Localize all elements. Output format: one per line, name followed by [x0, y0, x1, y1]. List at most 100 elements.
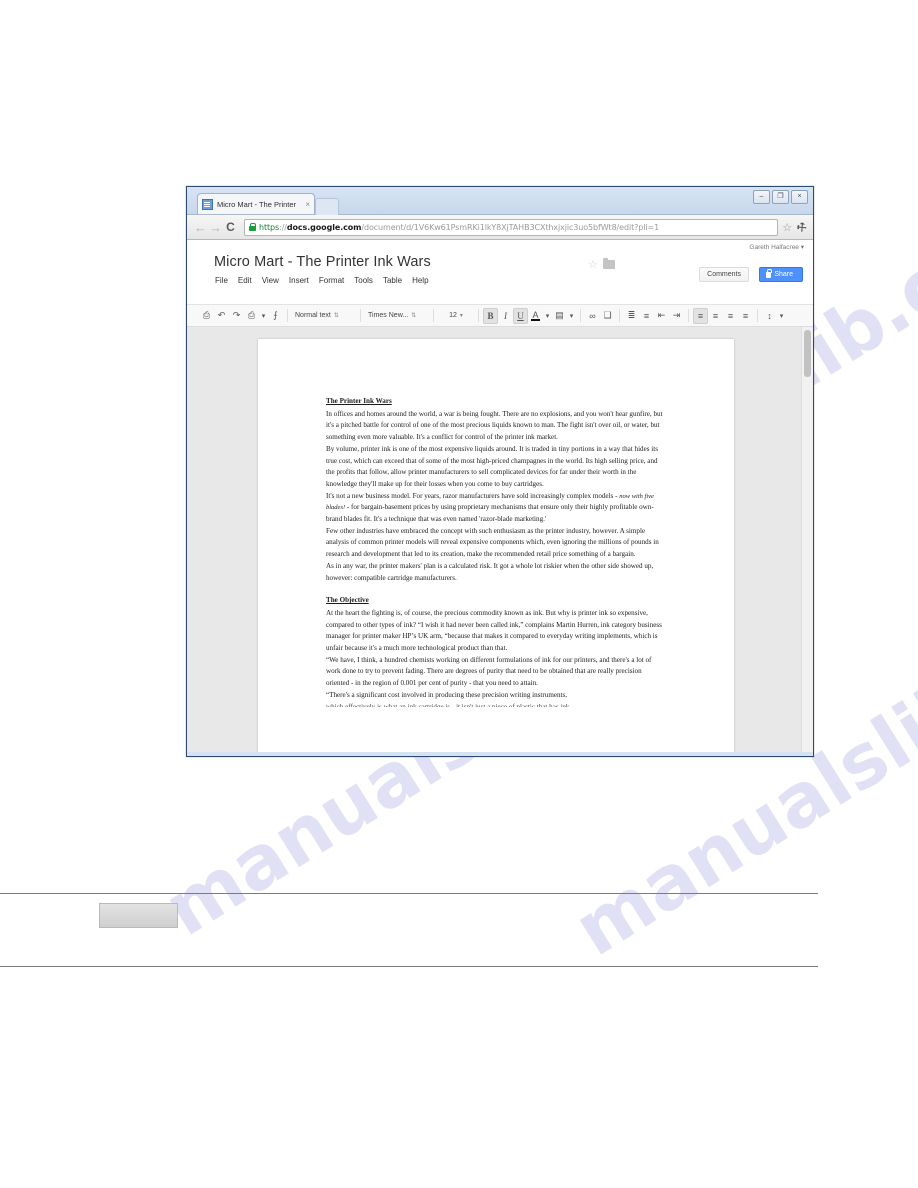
star-icon[interactable]: ☆: [588, 258, 598, 271]
chevron-down-icon[interactable]: ▾: [567, 308, 576, 324]
comments-button[interactable]: Comments: [699, 267, 749, 282]
document-paragraph: By volume, printer ink is one of the mos…: [326, 444, 658, 488]
text-color-letter: A: [532, 309, 539, 320]
lock-icon: [766, 269, 772, 278]
document-heading: The Objective: [326, 596, 369, 605]
back-icon[interactable]: ←: [193, 221, 208, 234]
toolbar-divider: [757, 309, 758, 322]
forward-icon[interactable]: →: [208, 221, 223, 234]
toolbar-divider: [580, 309, 581, 322]
horizontal-rule-top: [0, 893, 818, 894]
docs-favicon-icon: [202, 198, 213, 210]
document-paragraph: “There's a significant cost involved in …: [326, 690, 568, 699]
scrollbar-thumb[interactable]: [804, 330, 811, 377]
document-heading: The Printer Ink Wars: [326, 397, 392, 405]
paragraph-text-pre: It's not a new business model. For years…: [326, 491, 620, 500]
url-path: /document/d/1V6Kw61PsmRKi1lkY8XjTAHB3CXt…: [361, 222, 660, 232]
wrench-menu-icon[interactable]: ⚒: [794, 219, 810, 236]
document-canvas[interactable]: The Printer Ink Wars In offices and home…: [187, 327, 813, 752]
menu-help[interactable]: Help: [412, 276, 428, 285]
document-paragraph: “We have, I think, a hundred chemists wo…: [326, 655, 652, 688]
account-menu[interactable]: Gareth Halfacree ▾: [749, 243, 804, 251]
reload-icon[interactable]: C: [223, 221, 238, 233]
menu-file[interactable]: File: [215, 276, 228, 285]
browser-window: Micro Mart - The Printer × – ❐ × ← → C h…: [186, 186, 814, 757]
menu-tools[interactable]: Tools: [354, 276, 373, 285]
bold-button[interactable]: B: [483, 307, 498, 324]
underline-button[interactable]: U: [513, 307, 528, 324]
document-paragraph: It's not a new business model. For years…: [326, 491, 664, 526]
chevron-down-icon[interactable]: ▾: [543, 308, 552, 324]
toolbar-divider: [478, 309, 479, 322]
align-center-icon[interactable]: ≡: [708, 308, 723, 324]
menu-format[interactable]: Format: [319, 276, 344, 285]
toolbar-divider: [360, 309, 361, 322]
font-family-dropdown[interactable]: Times New... ⇅: [365, 308, 429, 323]
chevron-down-icon[interactable]: ▾: [777, 308, 786, 324]
clear-formatting-icon[interactable]: ⨍: [268, 308, 283, 324]
menu-table[interactable]: Table: [383, 276, 402, 285]
docs-header: Gareth Halfacree ▾ Micro Mart - The Prin…: [187, 240, 813, 305]
placeholder-box: [99, 903, 178, 928]
menu-view[interactable]: View: [262, 276, 279, 285]
highlight-color-button[interactable]: ▤: [552, 308, 567, 324]
bookmark-star-icon[interactable]: ☆: [782, 221, 792, 234]
browser-navbar: ← → C https://docs.google.com/document/d…: [187, 214, 813, 240]
chevron-down-icon: ▾: [800, 244, 804, 251]
font-size-value: 12: [449, 312, 457, 319]
chevron-down-icon[interactable]: ▾: [259, 308, 268, 324]
align-left-icon[interactable]: ≡: [693, 307, 708, 324]
line-spacing-icon[interactable]: ↕: [762, 308, 777, 324]
url-separator: ://: [279, 222, 287, 232]
folder-icon[interactable]: [603, 258, 615, 269]
browser-tab[interactable]: Micro Mart - The Printer ×: [197, 193, 315, 214]
close-icon[interactable]: ×: [305, 200, 310, 209]
close-window-icon[interactable]: ×: [791, 190, 808, 204]
horizontal-rule-bottom: [0, 966, 818, 967]
undo-icon[interactable]: ↶: [214, 308, 229, 324]
document-paragraph: As in any war, the printer makers' plan …: [326, 561, 654, 582]
numbered-list-icon[interactable]: ≣: [624, 308, 639, 324]
share-button[interactable]: Share: [759, 267, 803, 282]
paragraph-style-dropdown[interactable]: Normal text ⇅: [292, 308, 356, 323]
toolbar-divider: [619, 309, 620, 322]
lock-icon: [249, 223, 256, 231]
chevron-updown-icon: ⇅: [411, 313, 417, 319]
menu-insert[interactable]: Insert: [289, 276, 309, 285]
url-host: docs.google.com: [286, 222, 362, 232]
address-bar[interactable]: https://docs.google.com/document/d/1V6Kw…: [244, 218, 779, 236]
document-body[interactable]: The Printer Ink Wars In offices and home…: [326, 396, 664, 707]
chevron-updown-icon: ⇅: [333, 313, 339, 319]
toolbar-divider: [287, 309, 288, 322]
italic-button[interactable]: I: [498, 308, 513, 324]
font-size-dropdown[interactable]: 12 ▾: [438, 308, 474, 323]
print-icon[interactable]: ⎙: [199, 308, 214, 324]
chevron-down-icon: ▾: [459, 313, 463, 319]
document-scrollbar[interactable]: [801, 327, 813, 752]
document-page[interactable]: The Printer Ink Wars In offices and home…: [258, 339, 734, 752]
increase-indent-icon[interactable]: ⇥: [669, 308, 684, 324]
align-right-icon[interactable]: ≡: [723, 308, 738, 324]
align-justify-icon[interactable]: ≡: [738, 308, 753, 324]
new-tab-button[interactable]: [315, 198, 339, 215]
docs-menubar: File Edit View Insert Format Tools Table…: [215, 276, 429, 285]
redo-icon[interactable]: ↷: [229, 308, 244, 324]
text-color-button[interactable]: A: [528, 308, 543, 324]
bulleted-list-icon[interactable]: ≡: [639, 308, 654, 324]
insert-image-icon[interactable]: ❑: [600, 308, 615, 324]
document-clipped-line: which effectively is what an ink cartrid…: [326, 702, 570, 707]
url-scheme: https: [259, 222, 280, 232]
insert-link-icon[interactable]: ∞: [585, 308, 600, 324]
font-family-value: Times New...: [368, 312, 409, 319]
maximize-icon[interactable]: ❐: [772, 190, 789, 204]
document-title[interactable]: Micro Mart - The Printer Ink Wars: [214, 254, 431, 270]
document-paragraph: Few other industries have embraced the c…: [326, 526, 659, 559]
document-paragraph: At the heart the fighting is, of course,…: [326, 608, 662, 653]
minimize-icon[interactable]: –: [753, 190, 770, 204]
window-titlebar: Micro Mart - The Printer × – ❐ ×: [187, 187, 813, 215]
address-bar-url: https://docs.google.com/document/d/1V6Kw…: [259, 223, 659, 232]
decrease-indent-icon[interactable]: ⇤: [654, 308, 669, 324]
toolbar-divider: [688, 309, 689, 322]
menu-edit[interactable]: Edit: [238, 276, 252, 285]
paint-format-icon[interactable]: ⎙: [244, 308, 259, 324]
